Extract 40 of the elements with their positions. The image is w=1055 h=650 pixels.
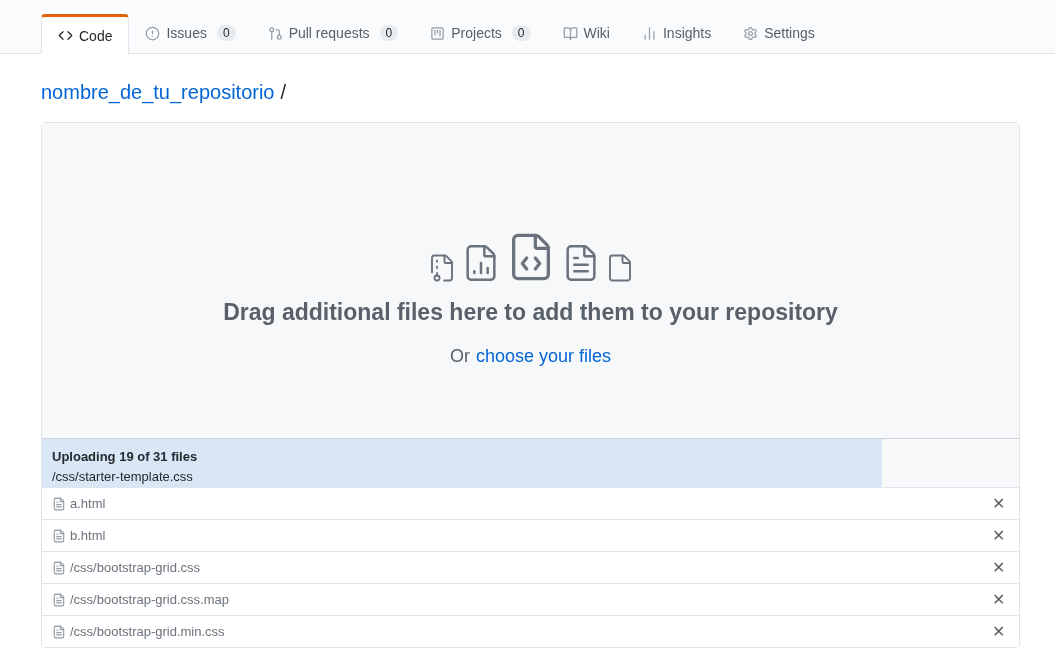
nav-tab[interactable]: Code bbox=[41, 14, 130, 54]
file-icon bbox=[52, 624, 66, 639]
upload-status: Uploading 19 of 31 files bbox=[52, 448, 199, 466]
count-badge: 0 bbox=[216, 25, 236, 41]
file-name: /css/bootstrap-grid.css bbox=[70, 558, 202, 577]
nav-tab[interactable]: Settings bbox=[727, 13, 831, 53]
file-icon bbox=[52, 496, 66, 511]
file-name: a.html bbox=[70, 494, 107, 513]
current-file: /css/starter-template.css bbox=[52, 468, 194, 486]
pull-request-icon bbox=[267, 25, 283, 41]
file-name: b.html bbox=[70, 526, 107, 545]
bar-chart-icon bbox=[641, 25, 657, 41]
settings-icon bbox=[743, 25, 759, 41]
file-icon bbox=[52, 560, 66, 575]
code-icon bbox=[58, 28, 73, 43]
nav-tab[interactable]: Insights bbox=[625, 13, 728, 53]
nav-tab[interactable]: Projects 0 bbox=[414, 13, 547, 53]
or-text: Or bbox=[449, 344, 470, 368]
file-icon bbox=[52, 528, 66, 543]
remove-button[interactable]: ✕ bbox=[988, 555, 1009, 580]
remove-button[interactable]: ✕ bbox=[988, 523, 1009, 548]
board-icon bbox=[430, 25, 446, 41]
path-separator: / bbox=[280, 80, 287, 105]
remove-button[interactable]: ✕ bbox=[988, 619, 1009, 644]
remove-button[interactable]: ✕ bbox=[988, 587, 1009, 612]
dropzone[interactable]: Drag additional files here to add them to your repository Or choose your files bbox=[42, 123, 1019, 438]
choose-files-link[interactable]: choose your files bbox=[475, 341, 612, 370]
file-icon bbox=[52, 592, 66, 607]
count-badge: 0 bbox=[379, 25, 399, 41]
remove-button[interactable]: ✕ bbox=[988, 491, 1009, 516]
book-icon bbox=[562, 25, 578, 41]
repository-link[interactable]: nombre_de_tu_repositorio bbox=[41, 78, 275, 106]
nav-tab[interactable]: Wiki bbox=[546, 13, 626, 53]
nav-tab[interactable]: Issues 0 bbox=[129, 13, 252, 53]
alert-circle-icon bbox=[145, 25, 161, 41]
file-name: /css/bootstrap-grid.css.map bbox=[70, 590, 230, 609]
dropzone-heading: Drag additional files here to add them to your repository bbox=[223, 298, 838, 328]
count-badge: 0 bbox=[511, 25, 531, 41]
nav-tab[interactable]: Pull requests 0 bbox=[251, 13, 415, 53]
file-name: /css/bootstrap-grid.min.css bbox=[70, 622, 226, 641]
